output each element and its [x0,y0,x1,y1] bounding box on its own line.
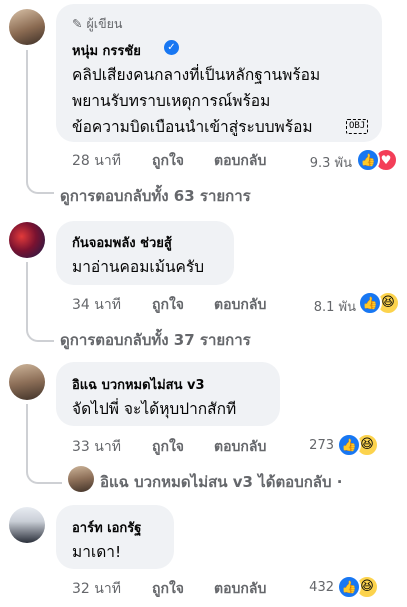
comment-time[interactable]: 34 นาที [72,294,121,316]
reply-button-label: ตอบกลับ [214,439,267,455]
thread-line [26,404,28,456]
pen-icon: ✎ [72,16,83,31]
reply-button[interactable]: ตอบกลับ [214,436,266,458]
comment-text-line: มาอ่านคอมเม้นครับ [72,258,205,276]
reaction-count[interactable]: 8.1 พัน [300,296,356,317]
like-button-label: ถูกใจ [152,297,184,313]
avatar[interactable] [9,9,45,45]
comment-time[interactable]: 32 นาที [72,578,121,600]
thread-line [26,50,28,162]
reply-button[interactable]: ตอบกลับ [214,150,266,172]
comment-author[interactable]: หนุ่ม กรรชัย [72,40,141,61]
view-replies-link[interactable]: ดูการตอบกลับทั้ง 37 รายการ [60,328,251,352]
reaction-count[interactable]: 9.3 พัน [300,152,352,173]
comment-text-line: ข้อความบิดเบือนนำเข้าสู่ระบบพร้อม [72,118,313,136]
reply-avatar[interactable] [68,466,94,492]
comment-time[interactable]: 33 นาที [72,436,121,458]
reaction-count[interactable]: 273 [300,438,334,453]
reply-button[interactable]: ตอบกลับ [214,294,266,316]
like-reaction-icon: 👍 [337,575,361,599]
like-button[interactable]: ถูกใจ [152,436,184,458]
reaction-count[interactable]: 432 [300,580,334,595]
avatar[interactable] [9,507,45,543]
avatar[interactable] [9,222,45,258]
like-button[interactable]: ถูกใจ [152,578,184,600]
like-button[interactable]: ถูกใจ [152,294,184,316]
thread-curve [26,314,54,342]
comment-author[interactable]: กันจอมพลัง ช่วยสู้ [72,232,172,253]
reply-button-label: ตอบกลับ [214,297,267,313]
comment-author[interactable]: อาร์ท เอกรัฐ [72,517,141,538]
object-replacement-label: OBJ [349,121,366,131]
like-reaction-icon: 👍 [358,291,382,315]
comment-author[interactable]: อิแฉ บวกหมดไม่สน v3 [72,374,205,395]
like-reaction-icon: 👍 [337,433,361,457]
like-button-label: ถูกใจ [152,153,184,169]
author-badge: ✎ ผู้เขียน [72,14,122,34]
avatar[interactable] [9,364,45,400]
comment-text-line: มาเดา! [72,543,122,561]
view-replies-link[interactable]: ดูการตอบกลับทั้ง 63 รายการ [60,184,251,208]
thread-line [26,262,28,314]
comment-text-line: พยานรับทราบเหตุการณ์พร้อม [72,92,271,110]
author-badge-label: ผู้เขียน [86,16,123,31]
like-button-label: ถูกใจ [152,581,184,597]
reply-button[interactable]: ตอบกลับ [214,578,266,600]
like-reaction-icon: 👍 [356,148,380,172]
thread-curve [26,162,54,194]
comment-text-line: คลิปเสียงคนกลางที่เป็นหลักฐานพร้อม [72,66,321,84]
verified-badge-icon: ✓ [164,40,179,55]
thread-curve [26,456,62,484]
reply-preview-link[interactable]: อิแฉ บวกหมดไม่สน v3 ได้ตอบกลับ · [100,470,342,494]
object-replacement-icon: OBJ [346,119,369,134]
like-button-label: ถูกใจ [152,439,184,455]
reply-button-label: ตอบกลับ [214,581,267,597]
reply-button-label: ตอบกลับ [214,153,267,169]
comment-time[interactable]: 28 นาที [72,150,121,172]
like-button[interactable]: ถูกใจ [152,150,184,172]
comment-text-line: จัดไปพี่ จะได้หุบปากสักที [72,400,237,418]
